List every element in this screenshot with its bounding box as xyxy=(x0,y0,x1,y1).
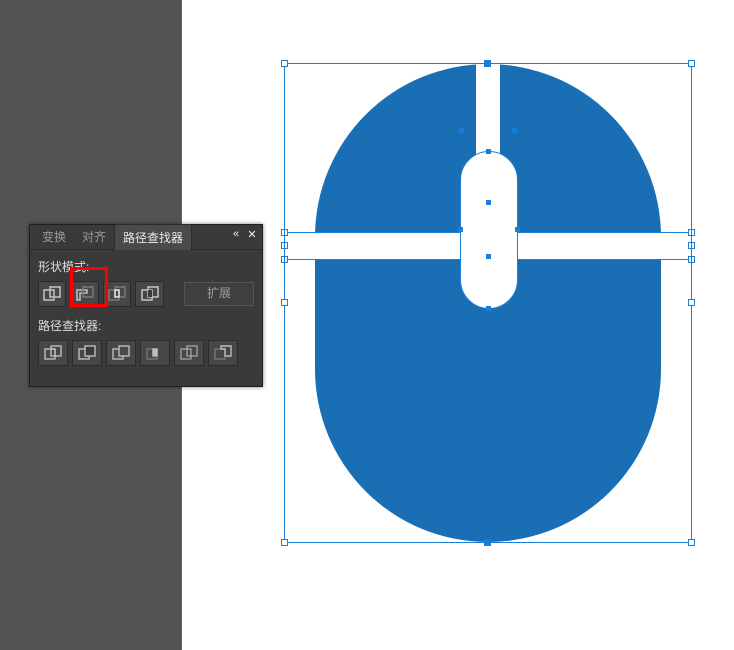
selection-handle[interactable] xyxy=(281,60,288,67)
panel-body: 形状模式: 扩展 路径查找器: xyxy=(30,250,262,386)
outline-button[interactable] xyxy=(174,340,204,366)
merge-button[interactable] xyxy=(106,340,136,366)
crop-button[interactable] xyxy=(140,340,170,366)
intersect-button[interactable] xyxy=(103,281,131,307)
panel-collapse-icon[interactable]: « xyxy=(228,227,244,241)
app-root: « ✕ 变换 对齐 路径查找器 形状模式: xyxy=(0,0,734,650)
selection-handle[interactable] xyxy=(281,299,288,306)
selection-handle[interactable] xyxy=(281,539,288,546)
pathfinder-panel[interactable]: « ✕ 变换 对齐 路径查找器 形状模式: xyxy=(29,224,263,387)
selection-handle[interactable] xyxy=(688,539,695,546)
shape-modes-row: 扩展 xyxy=(38,281,254,307)
shape-modes-label: 形状模式: xyxy=(38,258,254,275)
anchor-point[interactable] xyxy=(485,61,490,66)
pathfinder-row xyxy=(38,340,254,366)
minus-back-button[interactable] xyxy=(208,340,238,366)
trim-button[interactable] xyxy=(72,340,102,366)
selection-handle[interactable] xyxy=(688,60,695,67)
anchor-point[interactable] xyxy=(486,200,491,205)
unite-button[interactable] xyxy=(38,281,66,307)
tab-transform[interactable]: 变换 xyxy=(34,224,74,249)
expand-button[interactable]: 扩展 xyxy=(184,282,254,306)
anchor-point[interactable] xyxy=(486,254,491,259)
anchor-point[interactable] xyxy=(459,128,464,133)
divide-button[interactable] xyxy=(38,340,68,366)
exclude-button[interactable] xyxy=(135,281,163,307)
selection-handle[interactable] xyxy=(688,299,695,306)
minus-front-button[interactable] xyxy=(70,281,98,307)
anchor-point[interactable] xyxy=(512,128,517,133)
selection-bounding-box[interactable] xyxy=(284,63,692,543)
panel-close-icon[interactable]: ✕ xyxy=(244,227,260,241)
tab-align[interactable]: 对齐 xyxy=(74,224,114,249)
pathfinder-ops-label: 路径查找器: xyxy=(38,317,254,334)
anchor-point[interactable] xyxy=(485,540,490,545)
tab-pathfinder[interactable]: 路径查找器 xyxy=(114,224,192,250)
